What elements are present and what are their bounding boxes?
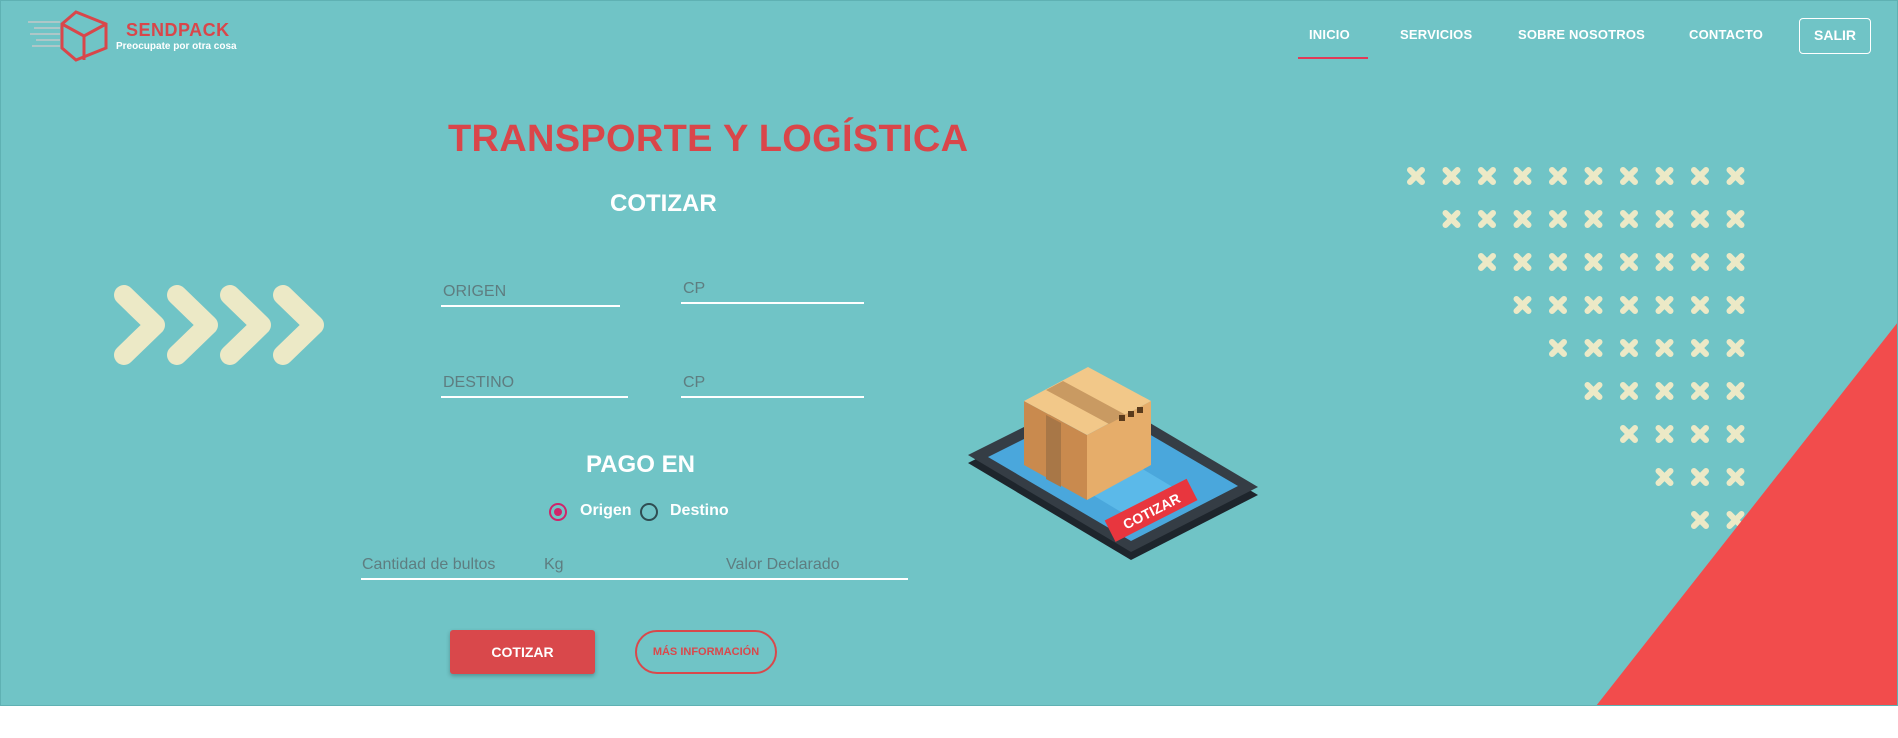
sendpack-logo-icon [28,10,108,62]
destination-cp-input[interactable] [681,370,864,398]
cross-mark [1694,299,1706,311]
cross-mark [1623,256,1635,268]
cross-mark [1730,256,1742,268]
tablet-package-illustration: COTIZAR [968,367,1258,560]
cross-mark [1659,299,1671,311]
cross-mark [1552,213,1564,225]
cross-mark [1659,170,1671,182]
hero-title: TRANSPORTE Y LOGÍSTICA [448,118,969,160]
cross-mark [1517,170,1529,182]
payment-destination-radio[interactable] [640,503,658,521]
cross-mark [1588,299,1600,311]
payment-origin-radio[interactable] [549,503,567,521]
nav-item-sobre-nosotros[interactable]: SOBRE NOSOTROS [1518,27,1645,42]
cross-mark [1481,213,1493,225]
cross-mark [1552,256,1564,268]
nav-item-contacto[interactable]: CONTACTO [1689,27,1763,42]
cross-mark [1659,213,1671,225]
quote-subtitle: COTIZAR [610,190,717,217]
cross-mark [1552,170,1564,182]
cross-mark [1623,170,1635,182]
bultos-input[interactable]: Cantidad de bultos [362,556,495,574]
cross-mark [1588,213,1600,225]
cross-mark [1659,256,1671,268]
corner-triangle-decoration [1596,322,1898,706]
cross-mark [1446,213,1458,225]
cotizar-button[interactable]: COTIZAR [450,630,595,674]
cross-mark [1588,256,1600,268]
cross-mark [1694,170,1706,182]
payment-destination-label[interactable]: Destino [670,502,729,520]
cross-mark [1730,170,1742,182]
chevron-decoration-icon [114,285,324,365]
fields-underline [361,578,908,580]
nav-active-indicator [1298,57,1368,59]
nav-item-inicio[interactable]: INICIO [1309,27,1350,42]
cross-mark [1481,170,1493,182]
cross-mark [1552,299,1564,311]
cross-mark [1552,342,1564,354]
cross-mark [1694,213,1706,225]
cross-mark [1481,256,1493,268]
origin-input[interactable] [441,279,620,307]
cross-mark [1623,213,1635,225]
cross-mark [1446,170,1458,182]
cross-mark [1623,299,1635,311]
cross-mark [1730,213,1742,225]
kg-input[interactable]: Kg [544,556,564,574]
cross-mark [1517,256,1529,268]
declared-value-input[interactable]: Valor Declarado [726,556,840,574]
cross-mark [1517,213,1529,225]
cross-mark [1410,170,1422,182]
brand-name: SENDPACK [126,20,230,40]
brand-tagline: Preocupate por otra cosa [116,41,237,52]
hero-section: SENDPACK Preocupate por otra cosa INICIO… [0,0,1898,706]
payment-title: PAGO EN [586,451,695,478]
destination-input[interactable] [441,370,628,398]
cross-mark [1588,170,1600,182]
cross-mark [1730,299,1742,311]
payment-origin-label[interactable]: Origen [580,502,632,520]
more-info-button[interactable]: MÁS INFORMACIÓN [635,630,777,674]
origin-cp-input[interactable] [681,276,864,304]
brand[interactable]: SENDPACK Preocupate por otra cosa [26,10,246,62]
cross-mark [1694,256,1706,268]
nav-item-servicios[interactable]: SERVICIOS [1400,27,1472,42]
logout-button[interactable]: SALIR [1799,18,1871,54]
cross-mark [1517,299,1529,311]
